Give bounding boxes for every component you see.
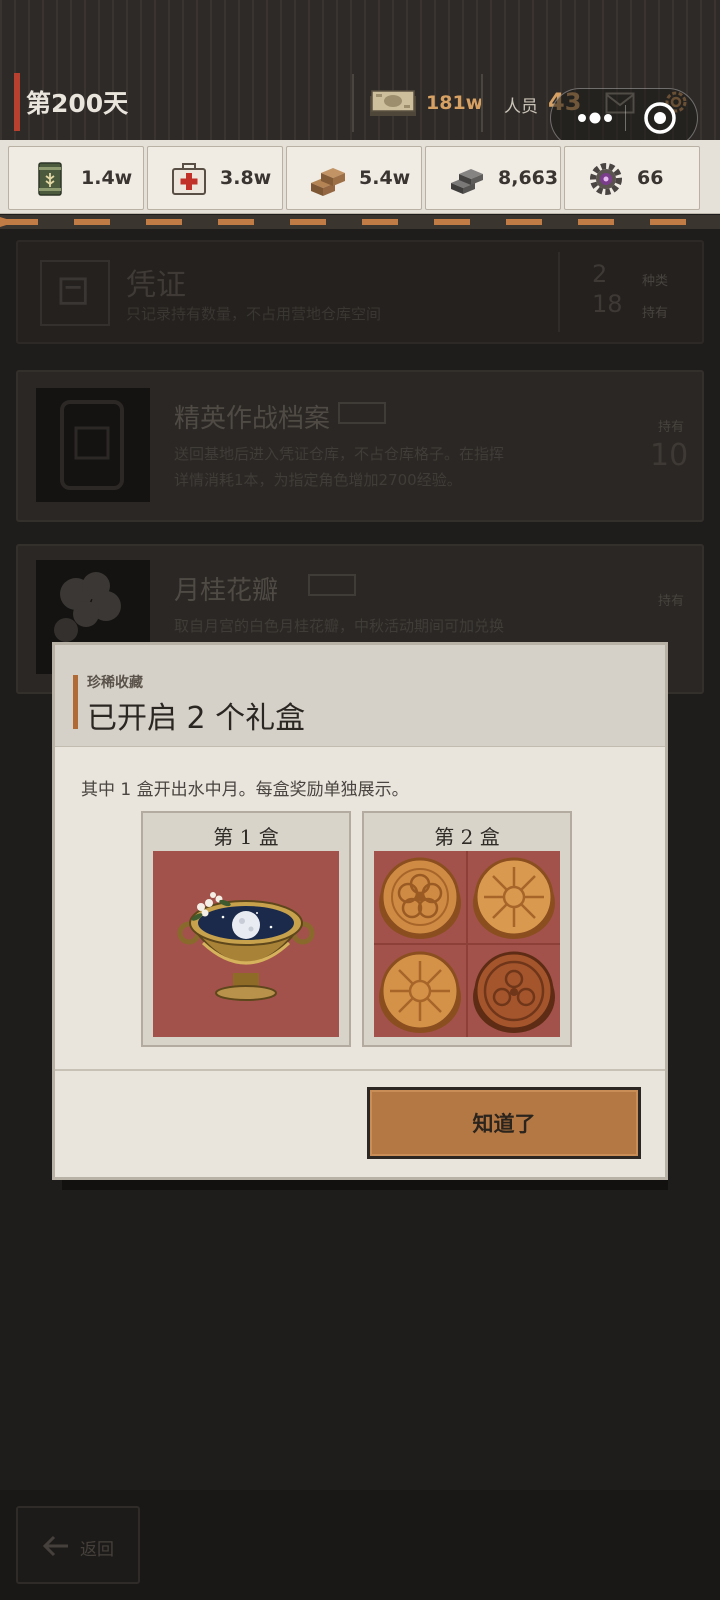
dialog-divider	[55, 1069, 665, 1071]
dialog-kicker: 珍稀收藏	[87, 675, 143, 691]
reward-mooncakes	[374, 851, 560, 1037]
resource-medicine[interactable]: 3.8w	[147, 146, 283, 210]
item-qty-label: 持有	[658, 594, 685, 609]
voucher-icon-frame	[40, 260, 110, 326]
medkit-icon	[172, 163, 206, 195]
gift-box-card-1: 第 1 盒	[141, 811, 351, 1047]
resource-food[interactable]: 1.4w	[8, 146, 144, 210]
bottom-bar: 返回	[0, 1490, 720, 1600]
back-arrow-icon	[42, 1535, 68, 1557]
resource-value: 3.8w	[220, 167, 272, 189]
back-button[interactable]: 返回	[16, 1506, 140, 1584]
capsule-divider	[625, 105, 626, 131]
reward-moon-in-water	[153, 851, 339, 1037]
back-label: 返回	[80, 1540, 114, 1560]
voucher-kind-label: 种类	[642, 274, 669, 289]
voucher-hold-count: 18	[592, 290, 623, 318]
dialog-header: 珍稀收藏 已开启 2 个礼盒	[55, 645, 665, 747]
day-title: 第200天	[26, 89, 129, 118]
gift-box-label: 第 2 盒	[434, 825, 500, 849]
item-qty: 10	[650, 438, 689, 473]
file-icon	[60, 400, 124, 490]
gift-box-result-dialog: 珍稀收藏 已开启 2 个礼盒 其中 1 盒开出水中月。每盒奖励单独展示。 第 1…	[52, 642, 668, 1180]
day-accent-bar	[14, 73, 20, 131]
mini-program-capsule	[550, 88, 698, 148]
voucher-hold-label: 持有	[642, 306, 669, 321]
resource-value: 66	[637, 167, 664, 189]
item-qty-label: 持有	[658, 420, 685, 435]
item-tag	[308, 574, 356, 596]
voucher-icon	[59, 277, 87, 305]
money-value: 181w	[426, 92, 484, 114]
voucher-desc: 只记录持有数量，不占用营地仓库空间	[126, 305, 382, 323]
voucher-summary-card: 凭证 只记录持有数量，不占用营地仓库空间 2 种类 18 持有	[16, 240, 704, 344]
header-divider	[481, 74, 483, 132]
dialog-title: 已开启 2 个礼盒	[87, 701, 306, 736]
resource-bar: 1.4w 3.8w 5.4w 8,663 66	[0, 140, 720, 214]
item-thumbnail	[36, 388, 150, 502]
moon-bowl-icon	[177, 892, 315, 1001]
item-desc-line: 送回基地后进入凭证仓库，不占仓库格子。在指挥	[174, 445, 505, 463]
item-title: 月桂花瓣	[174, 576, 279, 606]
decorative-dash-strip	[0, 215, 720, 229]
food-can-icon	[38, 162, 62, 196]
steel-icon	[451, 169, 483, 194]
mooncake-icon	[374, 851, 560, 1037]
item-desc-line: 取自月宫的白色月桂花瓣，中秋活动期间可加兑换	[174, 617, 505, 635]
header-divider	[352, 74, 354, 132]
list-item[interactable]: 精英作战档案 送回基地后进入凭证仓库，不占仓库格子。在指挥 详情消耗1本，为指定…	[16, 370, 704, 522]
confirm-button[interactable]: 知道了	[367, 1087, 641, 1159]
close-icon[interactable]	[643, 101, 677, 135]
item-tag	[338, 402, 386, 424]
money-icon	[370, 90, 416, 116]
resource-parts[interactable]: 66	[564, 146, 700, 210]
voucher-title: 凭证	[126, 268, 186, 303]
resource-wood[interactable]: 5.4w	[286, 146, 422, 210]
people-label: 人员	[504, 97, 538, 117]
top-header: 第200天 181w 人员 43	[0, 0, 720, 148]
wood-icon	[311, 168, 345, 196]
voucher-kind-count: 2	[592, 260, 608, 288]
item-title: 精英作战档案	[174, 404, 331, 434]
voucher-divider	[558, 252, 560, 332]
gift-box-card-2: 第 2 盒	[362, 811, 572, 1047]
gift-box-label: 第 1 盒	[213, 825, 279, 849]
more-icon[interactable]	[573, 105, 617, 131]
gear-chip-icon	[590, 163, 622, 195]
dialog-accent-bar	[73, 675, 78, 729]
dialog-description: 其中 1 盒开出水中月。每盒奖励单独展示。	[81, 780, 409, 800]
resource-value: 8,663	[498, 167, 559, 189]
resource-value: 5.4w	[359, 167, 411, 189]
item-desc-line: 详情消耗1本，为指定角色增加2700经验。	[174, 471, 462, 489]
resource-steel[interactable]: 8,663	[425, 146, 561, 210]
resource-value: 1.4w	[81, 167, 133, 189]
